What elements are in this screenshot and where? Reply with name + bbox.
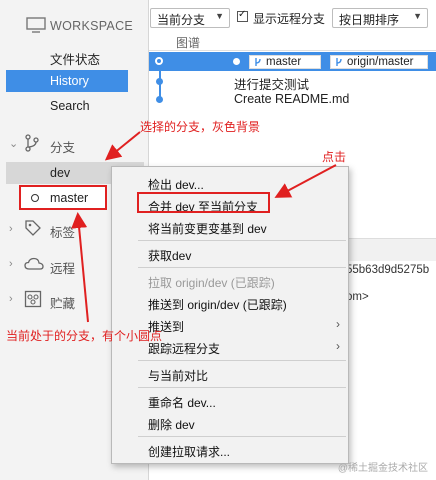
menu-separator <box>138 436 346 437</box>
branch-badge-origin-master[interactable]: origin/master <box>330 55 428 69</box>
chevron-down-icon: ▼ <box>215 11 224 21</box>
nav-search[interactable]: Search <box>50 99 90 113</box>
branch-item-master-label: master <box>50 191 89 205</box>
merge-highlight-box <box>137 192 270 213</box>
nav-history-label: History <box>50 74 89 88</box>
menu-rebase[interactable]: 将当前变更变基到 dev <box>148 220 267 237</box>
annotation-click: 点击 <box>322 150 347 164</box>
branch-item-master[interactable]: master <box>19 185 107 210</box>
commit-hash: 55b63d9d5275b <box>346 264 430 276</box>
stash-header[interactable]: 贮藏 <box>50 293 75 312</box>
commit-message[interactable]: Create README.md <box>234 92 349 106</box>
watermark: @稀土掘金技术社区 <box>337 463 428 474</box>
chevron-right-icon: › <box>336 339 340 353</box>
chevron-right-icon: › <box>336 317 340 331</box>
chevron-down-icon: ▼ <box>413 11 422 21</box>
show-remote-label[interactable]: 显示远程分支 <box>253 10 325 27</box>
menu-diff-current[interactable]: 与当前对比 <box>148 367 208 384</box>
menu-rename[interactable]: 重命名 dev... <box>148 394 216 411</box>
badge-origin-master-label: origin/master <box>347 56 414 68</box>
branch-badge-master[interactable]: master <box>249 55 321 69</box>
cloud-icon <box>24 257 44 270</box>
badge-master-label: master <box>266 56 302 68</box>
menu-checkout[interactable]: 检出 dev... <box>148 176 204 193</box>
menu-pull: 拉取 origin/dev (已跟踪) <box>148 276 275 290</box>
workspace-label: WORKSPACE <box>50 19 134 33</box>
nav-history[interactable]: History <box>6 70 128 92</box>
chevron-down-icon[interactable]: ⌄ <box>9 137 18 150</box>
annotation-current-branch: 当前处于的分支，有个小圆点 <box>6 329 163 343</box>
nav-file-status[interactable]: 文件状态 <box>50 49 100 68</box>
branch-filter-value: 当前分支 <box>157 13 206 27</box>
sort-select[interactable]: 按日期排序 ▼ <box>332 8 428 28</box>
branch-item-dev-label: dev <box>50 166 71 180</box>
stash-icon <box>24 290 42 308</box>
commit-node-icon <box>156 96 163 103</box>
menu-separator <box>138 267 346 268</box>
branch-filter-select[interactable]: 当前分支 ▼ <box>150 8 230 28</box>
branch-icon <box>255 58 261 66</box>
menu-fetch[interactable]: 获取dev <box>148 247 191 264</box>
chevron-right-icon[interactable]: › <box>9 223 13 235</box>
branch-icon <box>25 134 39 152</box>
header-divider <box>149 50 436 51</box>
show-remote-checkbox[interactable] <box>237 9 248 22</box>
commit-node-icon <box>155 57 163 65</box>
chevron-right-icon[interactable]: › <box>9 293 13 305</box>
chevron-right-icon[interactable]: › <box>9 258 13 270</box>
branches-header[interactable]: 分支 <box>50 137 75 156</box>
tag-icon <box>25 220 41 236</box>
menu-separator <box>138 387 346 388</box>
menu-separator <box>138 360 346 361</box>
current-branch-dot-icon <box>31 194 39 202</box>
graph-column-header: 图谱 <box>176 36 201 50</box>
remotes-header[interactable]: 远程 <box>50 258 75 277</box>
menu-delete[interactable]: 删除 dev <box>148 416 195 433</box>
tags-header[interactable]: 标签 <box>50 222 75 241</box>
commit-author: om> <box>346 291 369 303</box>
branch-icon <box>336 58 342 66</box>
menu-create-pull-request[interactable]: 创建拉取请求... <box>148 443 230 460</box>
monitor-icon <box>26 17 46 33</box>
menu-push-tracked[interactable]: 推送到 origin/dev (已跟踪) <box>148 296 287 313</box>
commit-message[interactable]: 进行提交测试 <box>234 74 309 93</box>
menu-separator <box>138 240 346 241</box>
head-dot-icon <box>233 58 240 65</box>
annotation-selected-branch: 选择的分支，灰色背景 <box>140 120 261 134</box>
commit-node-icon <box>156 78 163 85</box>
sort-select-value: 按日期排序 <box>339 13 400 27</box>
